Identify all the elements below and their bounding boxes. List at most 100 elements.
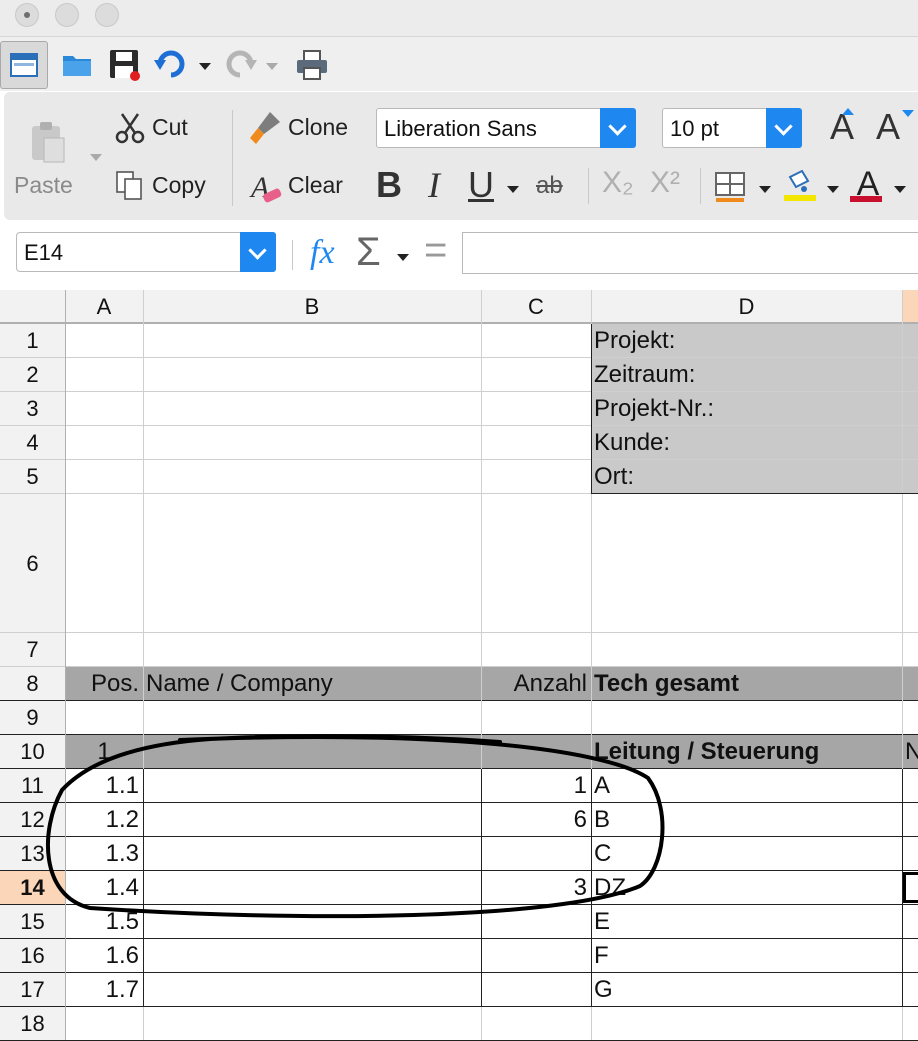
row-header-4[interactable]: 4: [0, 426, 65, 460]
paste-dropdown-icon[interactable]: [90, 154, 102, 161]
highlight-color-icon[interactable]: [782, 168, 818, 204]
minimize-window-button[interactable]: [55, 3, 79, 27]
spreadsheet-grid[interactable]: A B C D 1 2 3 4 5 6 7 8 9 10 11 12 13 14 15 16 17 18 Proje…: [0, 290, 918, 1041]
active-cell-e14[interactable]: [903, 872, 918, 903]
row-header-18[interactable]: 18: [0, 1007, 65, 1041]
cell-d15[interactable]: E: [591, 905, 902, 939]
cell-d8[interactable]: Tech gesamt: [591, 667, 902, 701]
chevron-down-icon[interactable]: [240, 232, 276, 272]
paste-icon[interactable]: [26, 118, 70, 166]
formula-equals-icon[interactable]: =: [424, 228, 447, 273]
borders-dropdown-icon[interactable]: [759, 186, 771, 193]
cell-d10[interactable]: Leitung / Steuerung: [591, 735, 902, 769]
function-wizard-icon[interactable]: fx: [310, 234, 335, 272]
clone-formatting-button[interactable]: Clone: [288, 114, 348, 141]
cell-a16[interactable]: 1.6: [65, 939, 143, 973]
formula-input[interactable]: [462, 232, 918, 274]
cell-d13[interactable]: C: [591, 837, 902, 871]
cell-d17[interactable]: G: [591, 973, 902, 1007]
column-header-b[interactable]: B: [143, 290, 481, 323]
select-all-corner[interactable]: [0, 290, 65, 323]
borders-icon[interactable]: [712, 170, 748, 204]
copy-icon[interactable]: [112, 168, 148, 204]
subscript-button[interactable]: X₂: [602, 166, 634, 200]
row-header-12[interactable]: 12: [0, 803, 65, 837]
row-header-8[interactable]: 8: [0, 667, 65, 701]
cell-d11[interactable]: A: [591, 769, 902, 803]
save-icon[interactable]: [106, 45, 144, 85]
cell-d3[interactable]: Projekt-Nr.:: [591, 392, 918, 426]
cell-d14[interactable]: DZ: [591, 871, 902, 905]
chevron-down-icon[interactable]: [766, 108, 802, 148]
name-box[interactable]: E14: [16, 232, 276, 272]
cell-d1[interactable]: Projekt:: [591, 324, 918, 358]
row-header-5[interactable]: 5: [0, 460, 65, 494]
cell-d16[interactable]: F: [591, 939, 902, 973]
cell-c8[interactable]: Anzahl: [481, 667, 591, 701]
row-header-15[interactable]: 15: [0, 905, 65, 939]
cell-a14[interactable]: 1.4: [65, 871, 143, 905]
redo-dropdown-icon[interactable]: [266, 63, 278, 70]
font-name-combobox[interactable]: Liberation Sans: [376, 108, 636, 148]
font-color-dropdown-icon[interactable]: [894, 186, 906, 193]
clear-formatting-button[interactable]: Clear: [288, 172, 343, 199]
clear-formatting-icon[interactable]: A: [248, 168, 286, 206]
row-header-13[interactable]: 13: [0, 837, 65, 871]
undo-icon[interactable]: [152, 47, 190, 81]
cell-a8[interactable]: Pos.: [65, 667, 143, 701]
row-header-3[interactable]: 3: [0, 392, 65, 426]
strikethrough-button[interactable]: ab: [536, 172, 563, 200]
cell-b8[interactable]: Name / Company: [143, 667, 481, 701]
superscript-button[interactable]: X²: [650, 166, 680, 200]
print-icon[interactable]: [292, 45, 332, 85]
decrease-font-size-icon[interactable]: A: [876, 106, 900, 148]
highlight-dropdown-icon[interactable]: [827, 186, 839, 193]
column-header-e[interactable]: [902, 290, 918, 323]
column-header-a[interactable]: A: [65, 290, 143, 323]
sidebar-toggle-icon[interactable]: [0, 41, 48, 89]
row-header-1[interactable]: 1: [0, 324, 65, 358]
cell-d2[interactable]: Zeitraum:: [591, 358, 918, 392]
copy-button[interactable]: Copy: [152, 172, 206, 199]
cell-c12[interactable]: 6: [481, 803, 591, 837]
column-header-d[interactable]: D: [591, 290, 902, 323]
row-header-2[interactable]: 2: [0, 358, 65, 392]
font-size-combobox[interactable]: 10 pt: [662, 108, 802, 148]
cell-a13[interactable]: 1.3: [65, 837, 143, 871]
row-header-7[interactable]: 7: [0, 633, 65, 667]
cell-c11[interactable]: 1: [481, 769, 591, 803]
cell-e10[interactable]: N: [902, 735, 918, 769]
row-header-9[interactable]: 9: [0, 701, 65, 735]
clone-brush-icon[interactable]: [248, 108, 286, 148]
bold-button[interactable]: B: [376, 164, 402, 206]
row-header-10[interactable]: 10: [0, 735, 65, 769]
cell-a12[interactable]: 1.2: [65, 803, 143, 837]
sum-icon[interactable]: Σ: [356, 230, 381, 275]
cell-d5[interactable]: Ort:: [591, 460, 918, 494]
chevron-down-icon[interactable]: [600, 108, 636, 148]
row-header-16[interactable]: 16: [0, 939, 65, 973]
scissors-icon[interactable]: [112, 110, 148, 146]
cell-d12[interactable]: B: [591, 803, 902, 837]
open-folder-icon[interactable]: [58, 45, 96, 83]
underline-dropdown-icon[interactable]: [507, 186, 519, 193]
row-header-11[interactable]: 11: [0, 769, 65, 803]
row-header-17[interactable]: 17: [0, 973, 65, 1007]
undo-dropdown-icon[interactable]: [199, 63, 211, 70]
row-header-6[interactable]: 6: [0, 494, 65, 633]
cell-c14[interactable]: 3: [481, 871, 591, 905]
cell-d4[interactable]: Kunde:: [591, 426, 918, 460]
sum-dropdown-icon[interactable]: [397, 254, 409, 261]
close-window-button[interactable]: [15, 3, 39, 27]
cell-a15[interactable]: 1.5: [65, 905, 143, 939]
font-color-icon[interactable]: A: [850, 164, 886, 204]
cut-button[interactable]: Cut: [152, 114, 188, 141]
cell-a10[interactable]: 1: [65, 735, 143, 769]
underline-button[interactable]: U: [468, 164, 494, 206]
column-header-c[interactable]: C: [481, 290, 591, 323]
row-header-14[interactable]: 14: [0, 871, 65, 905]
cell-a17[interactable]: 1.7: [65, 973, 143, 1007]
cell-a11[interactable]: 1.1: [65, 769, 143, 803]
redo-icon[interactable]: [221, 47, 259, 81]
paste-button[interactable]: Paste: [14, 172, 73, 199]
